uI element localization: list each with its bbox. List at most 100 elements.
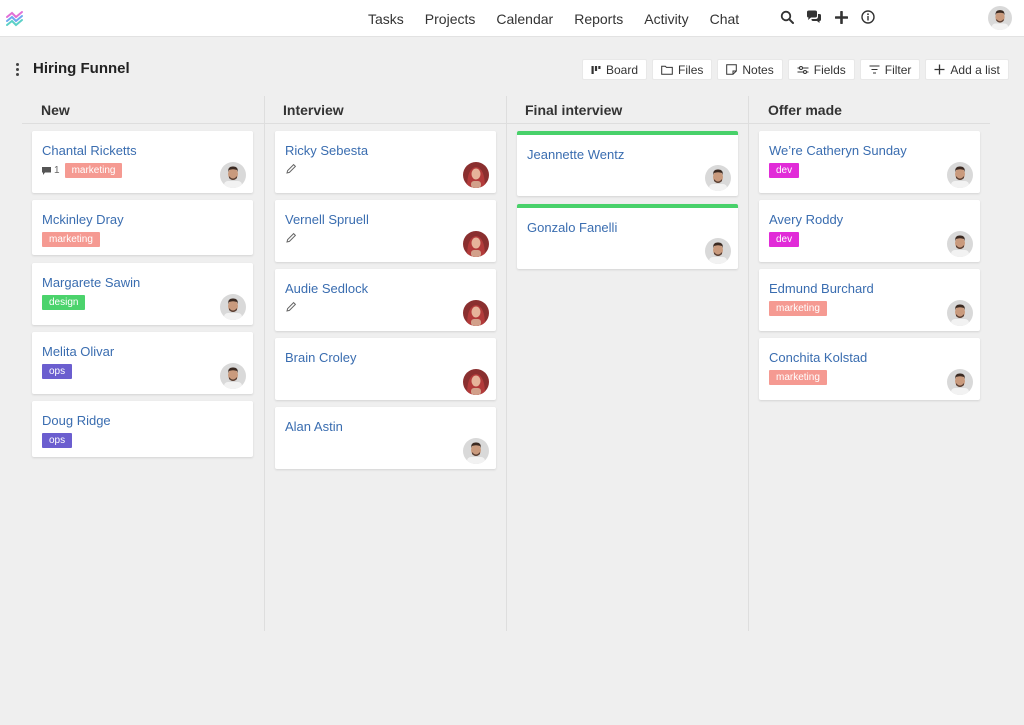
card-alan-astin[interactable]: Alan Astin [275,407,496,469]
card-title: Doug Ridge [42,413,111,428]
card-title: Ricky Sebesta [285,143,369,158]
tag-design[interactable]: design [42,295,86,310]
card-title: Conchita Kolstad [769,350,868,365]
assignee-avatar[interactable] [220,294,246,320]
assignee-avatar[interactable] [947,300,973,326]
assignee-avatar[interactable] [947,231,973,257]
card-title: Margarete Sawin [42,275,141,290]
column-separator [264,96,265,631]
fields-label: Fields [813,62,846,77]
nav-icons [779,9,887,25]
assignee-avatar[interactable] [463,162,489,188]
add-list-label: Add a list [950,62,1000,77]
card-audie-sedlock[interactable]: Audie Sedlock [275,269,496,331]
pencil-icon [286,163,297,174]
card-meta: 1 marketing [42,163,123,178]
tag-dev[interactable]: dev [769,163,800,178]
tag-marketing[interactable]: marketing [769,370,827,385]
assignee-avatar[interactable] [947,369,973,395]
card-meta: marketing [42,232,100,247]
card-title: Jeannette Wentz [527,147,625,162]
card-title: Gonzalo Fanelli [527,220,618,235]
card-doug-ridge[interactable]: Doug Ridge ops [32,401,253,457]
plus-icon[interactable] [833,9,849,25]
board-label: Board [606,62,639,77]
assignee-avatar[interactable] [220,363,246,389]
card-title: Melita Olivar [42,344,115,359]
assignee-avatar[interactable] [463,231,489,257]
add-list-button[interactable]: Add a list [925,59,1009,80]
tag-marketing[interactable]: marketing [42,232,100,247]
comment-count: 1 [42,165,60,176]
view-toolbar: Board Files Notes Fields Filter Add a li… [582,59,1014,80]
card-title: Vernell Spruell [285,212,369,227]
assignee-avatar[interactable] [463,438,489,464]
card-jeannette-wentz[interactable]: Jeannette Wentz [517,131,738,196]
app-logo-icon[interactable] [5,9,25,27]
info-icon[interactable] [860,9,876,25]
assignee-avatar[interactable] [947,162,973,188]
main-nav: Tasks Projects Calendar Reports Activity… [368,0,760,37]
files-button[interactable]: Files [652,59,713,80]
filter-icon [869,65,880,74]
pencil-icon [286,232,297,243]
card-meta: marketing [769,370,827,385]
card-vernell-spruell[interactable]: Vernell Spruell [275,200,496,262]
nav-reports[interactable]: Reports [574,11,623,27]
nav-chat[interactable]: Chat [710,11,740,27]
filter-button[interactable]: Filter [859,59,921,80]
card-chantal-ricketts[interactable]: Chantal Ricketts 1 marketing [32,131,253,193]
card-meta [285,301,297,313]
tag-ops[interactable]: ops [42,433,73,448]
card-title: Audie Sedlock [285,281,369,296]
card-title: Chantal Ricketts [42,143,137,158]
card-melita-olivar[interactable]: Melita Olivar ops [32,332,253,394]
assignee-avatar[interactable] [220,162,246,188]
user-avatar[interactable] [988,6,1012,30]
plus-icon [934,64,945,75]
column-separator [748,96,749,631]
project-menu-icon[interactable] [14,63,20,77]
card-meta: marketing [769,301,827,316]
nav-tasks[interactable]: Tasks [368,11,404,27]
search-icon[interactable] [779,9,795,25]
nav-activity[interactable]: Activity [644,11,688,27]
tag-marketing[interactable]: marketing [769,301,827,316]
card-margarete-sawin[interactable]: Margarete Sawin design [32,263,253,325]
nav-projects[interactable]: Projects [425,11,476,27]
card-catheryn-sunday[interactable]: We’re Catheryn Sunday dev [759,131,980,193]
notes-button[interactable]: Notes [717,59,783,80]
card-avery-roddy[interactable]: Avery Roddy dev [759,200,980,262]
card-meta: dev [769,163,800,178]
card-title: Mckinley Dray [42,212,124,227]
tag-ops[interactable]: ops [42,364,73,379]
board-button[interactable]: Board [582,59,648,80]
card-edmund-burchard[interactable]: Edmund Burchard marketing [759,269,980,331]
assignee-avatar[interactable] [705,165,731,191]
comment-count-value: 1 [54,165,60,176]
chat-bubbles-icon[interactable] [806,9,822,25]
notes-label: Notes [742,62,774,77]
card-title: We’re Catheryn Sunday [769,143,907,158]
column-separator [506,96,507,631]
assignee-avatar[interactable] [463,369,489,395]
board-icon [591,65,601,74]
card-mckinley-dray[interactable]: Mckinley Dray marketing [32,200,253,255]
assignee-avatar[interactable] [705,238,731,264]
tag-dev[interactable]: dev [769,232,800,247]
nav-calendar[interactable]: Calendar [496,11,553,27]
fields-button[interactable]: Fields [787,59,855,80]
files-label: Files [678,62,704,77]
card-title: Edmund Burchard [769,281,874,296]
card-meta [285,163,297,175]
card-brain-croley[interactable]: Brain Croley [275,338,496,400]
card-ricky-sebesta[interactable]: Ricky Sebesta [275,131,496,193]
assignee-avatar[interactable] [463,300,489,326]
top-navbar: Tasks Projects Calendar Reports Activity… [0,0,1024,37]
card-title: Alan Astin [285,419,343,434]
card-conchita-kolstad[interactable]: Conchita Kolstad marketing [759,338,980,400]
tag-marketing[interactable]: marketing [64,163,123,178]
card-meta [285,232,297,244]
card-gonzalo-fanelli[interactable]: Gonzalo Fanelli [517,204,738,269]
pencil-icon [286,301,297,312]
